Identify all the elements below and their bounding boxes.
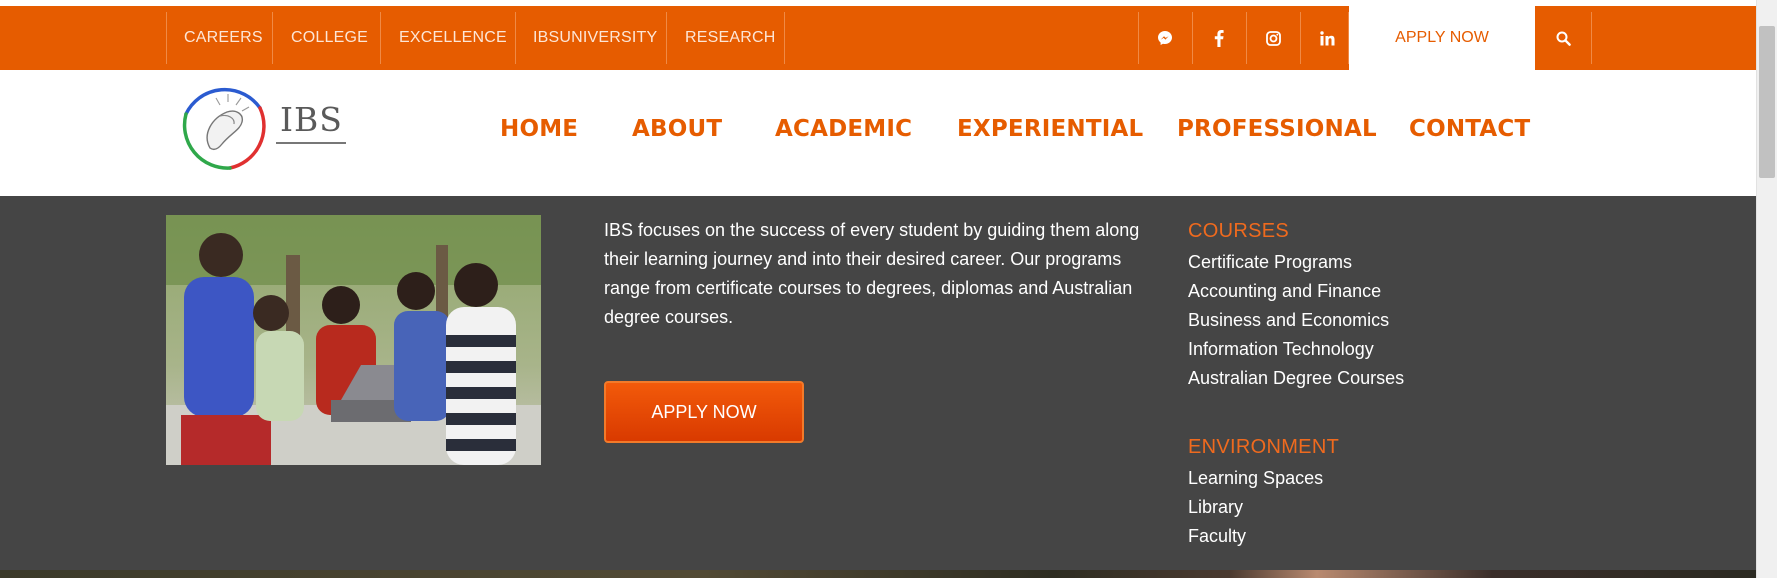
hero-image-strip xyxy=(0,570,1756,578)
divider xyxy=(272,12,273,64)
courses-heading: COURSES xyxy=(1188,220,1290,242)
logo-underline xyxy=(276,142,346,144)
course-link[interactable]: Certificate Programs xyxy=(1188,252,1352,273)
divider xyxy=(166,12,167,64)
environment-link[interactable]: Library xyxy=(1188,497,1243,518)
top-utility-bar: CAREERS COLLEGE EXCELLENCE IBSUNIVERSITY… xyxy=(0,6,1756,70)
divider xyxy=(784,12,785,64)
nav-about[interactable]: ABOUT xyxy=(632,116,722,142)
site-header: IBS HOME ABOUT ACADEMIC EXPERIENTIAL PRO… xyxy=(0,70,1756,196)
academic-dropdown-panel: IBS focuses on the success of every stud… xyxy=(0,196,1756,570)
students-photo xyxy=(166,215,541,465)
top-link-excellence[interactable]: EXCELLENCE xyxy=(399,6,507,70)
linkedin-icon[interactable] xyxy=(1300,6,1354,70)
top-link-ibsuniversity[interactable]: IBSUNIVERSITY xyxy=(533,6,657,70)
nav-experiential[interactable]: EXPERIENTIAL xyxy=(957,116,1143,142)
top-link-college[interactable]: COLLEGE xyxy=(291,6,368,70)
page: CAREERS COLLEGE EXCELLENCE IBSUNIVERSITY… xyxy=(0,0,1756,578)
messenger-icon[interactable] xyxy=(1138,6,1192,70)
apply-now-button[interactable]: APPLY NOW xyxy=(604,381,804,443)
course-link[interactable]: Accounting and Finance xyxy=(1188,281,1381,302)
logo-emblem-icon xyxy=(182,87,266,170)
top-link-research[interactable]: RESEARCH xyxy=(685,6,776,70)
intro-paragraph: IBS focuses on the success of every stud… xyxy=(604,220,1140,327)
logo-text: IBS xyxy=(280,100,343,139)
divider xyxy=(380,12,381,64)
environment-heading: ENVIRONMENT xyxy=(1188,436,1340,458)
ibs-logo[interactable]: IBS xyxy=(172,78,348,176)
scrollbar-thumb[interactable] xyxy=(1759,26,1775,178)
divider xyxy=(666,12,667,64)
course-link[interactable]: Australian Degree Courses xyxy=(1188,368,1404,389)
divider xyxy=(1591,12,1592,64)
nav-academic[interactable]: ACADEMIC xyxy=(775,116,912,142)
facebook-icon[interactable] xyxy=(1192,6,1246,70)
divider xyxy=(515,12,516,64)
top-link-careers[interactable]: CAREERS xyxy=(184,6,263,70)
search-icon[interactable] xyxy=(1535,6,1591,70)
nav-home[interactable]: HOME xyxy=(500,116,578,142)
course-link[interactable]: Information Technology xyxy=(1188,339,1374,360)
environment-link[interactable]: Learning Spaces xyxy=(1188,468,1323,489)
nav-contact[interactable]: CONTACT xyxy=(1409,116,1530,142)
apply-now-top-button[interactable]: APPLY NOW xyxy=(1349,6,1535,70)
nav-professional[interactable]: PROFESSIONAL xyxy=(1177,116,1377,142)
environment-link[interactable]: Faculty xyxy=(1188,526,1246,547)
course-link[interactable]: Business and Economics xyxy=(1188,310,1389,331)
instagram-icon[interactable] xyxy=(1246,6,1300,70)
